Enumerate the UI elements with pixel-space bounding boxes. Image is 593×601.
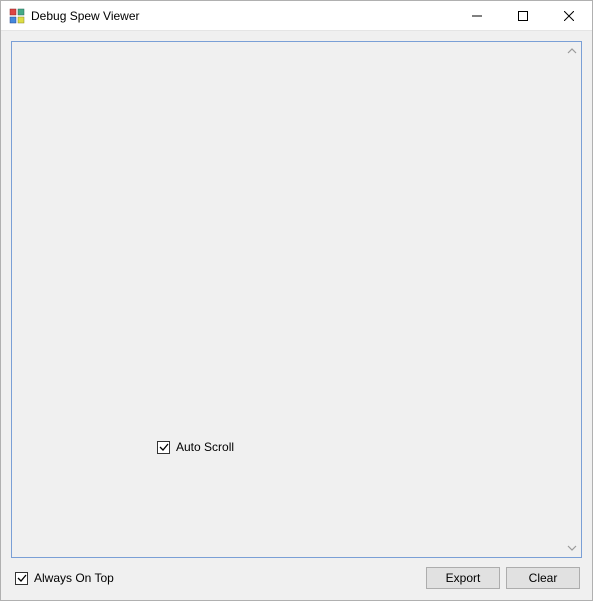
chevron-up-icon: [567, 46, 577, 56]
export-button[interactable]: Export: [426, 567, 500, 589]
always-on-top-label[interactable]: Always On Top: [34, 571, 114, 585]
minimize-button[interactable]: [454, 1, 500, 31]
maximize-icon: [518, 11, 528, 21]
bottom-bar: Always On Top Export Clear: [11, 564, 582, 592]
auto-scroll-label[interactable]: Auto Scroll: [176, 440, 234, 454]
minimize-icon: [472, 11, 482, 21]
checkmark-icon: [17, 573, 27, 583]
app-icon: [9, 8, 25, 24]
debug-output-textbox[interactable]: Auto Scroll: [11, 41, 582, 558]
window-title: Debug Spew Viewer: [31, 9, 454, 23]
auto-scroll-checkbox-wrap: Auto Scroll: [157, 440, 234, 454]
always-on-top-checkbox[interactable]: [15, 572, 28, 585]
window-controls: [454, 1, 592, 30]
client-area: Auto Scroll Always On Top Export Clear: [1, 31, 592, 600]
auto-scroll-checkbox[interactable]: [157, 441, 170, 454]
debug-spew-viewer-window: Debug Spew Viewer: [0, 0, 593, 601]
titlebar[interactable]: Debug Spew Viewer: [1, 1, 592, 31]
maximize-button[interactable]: [500, 1, 546, 31]
close-icon: [564, 11, 574, 21]
vertical-scrollbar[interactable]: [563, 43, 580, 556]
checkmark-icon: [159, 442, 169, 452]
always-on-top-checkbox-wrap: Always On Top: [15, 571, 114, 585]
chevron-down-icon: [567, 543, 577, 553]
close-button[interactable]: [546, 1, 592, 31]
clear-button[interactable]: Clear: [506, 567, 580, 589]
